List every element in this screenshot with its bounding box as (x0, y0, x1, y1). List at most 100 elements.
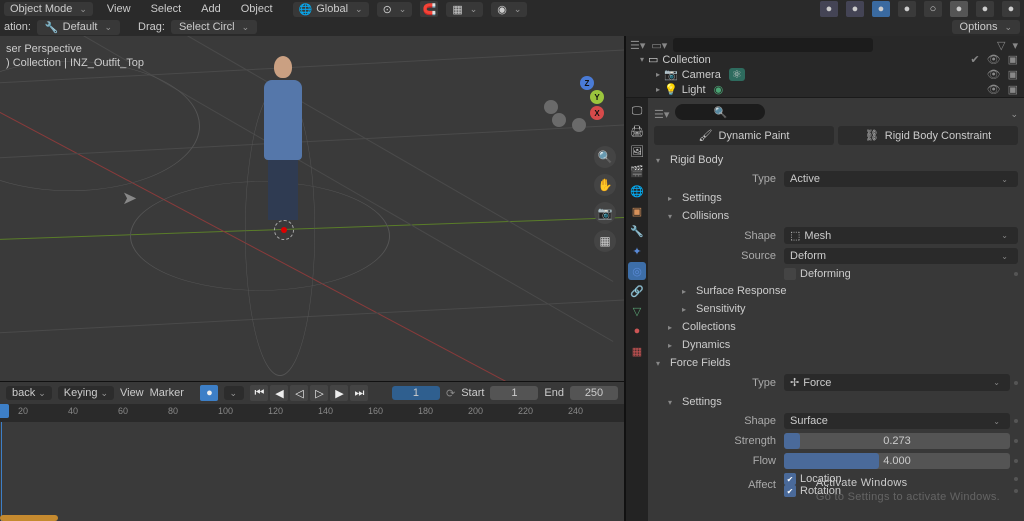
orientation-dropdown[interactable]: 🌐 Global (293, 2, 369, 17)
animate-dot[interactable] (1014, 272, 1018, 276)
menu-view[interactable]: View (101, 2, 137, 16)
drag-mode[interactable]: Select Circl (171, 20, 257, 34)
gizmo-neg-axis[interactable] (552, 113, 566, 127)
ff-settings-header[interactable]: ▾Settings (654, 393, 1018, 411)
outliner-camera[interactable]: ▸ 📷 Camera ⚛ 👁 ▣ (630, 67, 1020, 82)
menu-object[interactable]: Object (235, 2, 279, 16)
tab-modifiers[interactable]: 🔧 (628, 222, 646, 240)
rigid-body-type-field[interactable]: Active⌄ (784, 171, 1018, 187)
rigid-body-header[interactable]: ▾Rigid Body (654, 151, 1018, 169)
scrollbar-range[interactable] (0, 515, 58, 521)
gizmo-x-axis[interactable]: X (590, 106, 604, 120)
deforming-checkbox[interactable] (784, 268, 796, 280)
animate-dot[interactable] (1014, 477, 1018, 481)
playback-menu[interactable]: back (6, 386, 52, 400)
animate-dot[interactable] (1014, 459, 1018, 463)
playhead[interactable] (1, 422, 2, 521)
collision-source-field[interactable]: Deform⌄ (784, 248, 1018, 264)
tab-viewlayer[interactable]: 🖼 (628, 142, 646, 160)
refresh-icon[interactable]: ⟳ (446, 387, 455, 400)
pan-icon[interactable]: ✋ (594, 174, 616, 196)
animate-dot[interactable] (1014, 419, 1018, 423)
shading-matprev[interactable]: ● (976, 1, 994, 17)
play-reverse-icon[interactable]: ◁ (290, 385, 308, 401)
tab-world[interactable]: 🌐 (628, 182, 646, 200)
visibility-toggle[interactable]: ● (820, 1, 838, 17)
rigid-body-constraint-tab[interactable]: ⛓Rigid Body Constraint (838, 126, 1018, 145)
xray-toggle[interactable]: ● (898, 1, 916, 17)
shading-solid[interactable]: ● (950, 1, 968, 17)
strength-field[interactable]: 0.273 (784, 433, 1010, 449)
tab-constraints[interactable]: 🔗 (628, 282, 646, 300)
snap-toggle[interactable]: 🧲 (420, 1, 438, 17)
tab-data[interactable]: ▽ (628, 302, 646, 320)
timeline-ruler[interactable]: 20 40 60 80 100 120 140 160 180 200 220 … (0, 404, 624, 422)
settings-header[interactable]: ▸Settings (654, 189, 1018, 207)
outliner-display-icon[interactable]: ▭▾ (651, 39, 667, 52)
keying-menu[interactable]: Keying (58, 386, 114, 400)
ff-type-field[interactable]: ✢Force⌄ (784, 374, 1010, 391)
shading-wireframe[interactable]: ○ (924, 1, 942, 17)
pivot-dropdown[interactable]: ⊙ (377, 2, 413, 17)
force-fields-header[interactable]: ▾Force Fields (654, 354, 1018, 372)
options-icon[interactable] (1007, 108, 1018, 120)
sensitivity-header[interactable]: ▸Sensitivity (654, 300, 1018, 318)
timeline-view-menu[interactable]: View (120, 387, 144, 399)
jump-end-icon[interactable]: ⏭ (350, 385, 368, 401)
nav-gizmo[interactable]: Z Y X (542, 76, 602, 136)
timeline-body[interactable] (0, 422, 624, 521)
shading-rendered[interactable]: ● (1002, 1, 1020, 17)
ff-shape-field[interactable]: Surface⌄ (784, 413, 1010, 429)
keying-set-dropdown[interactable] (224, 386, 244, 400)
snap-dropdown[interactable]: ▦ (446, 2, 483, 17)
surface-response-header[interactable]: ▸Surface Response (654, 282, 1018, 300)
gizmo-neg-axis[interactable] (544, 100, 558, 114)
tab-texture[interactable]: ▦ (628, 342, 646, 360)
collisions-header[interactable]: ▾Collisions (654, 207, 1018, 225)
dynamics-header[interactable]: ▸Dynamics (654, 336, 1018, 354)
affect-rotation-checkbox[interactable]: ✔ (784, 485, 796, 497)
3d-viewport[interactable]: ➤ ser Perspective ) Collection | INZ_Out… (0, 36, 624, 381)
menu-select[interactable]: Select (145, 2, 188, 16)
orientation-preset[interactable]: 🔧 Default (37, 20, 120, 35)
animate-dot[interactable] (1014, 439, 1018, 443)
current-frame-field[interactable]: 1 (392, 386, 440, 400)
overlay-toggle[interactable]: ● (872, 1, 890, 17)
gizmo-y-axis[interactable]: Y (590, 90, 604, 104)
filter-icon[interactable]: ▽ ▾ (997, 39, 1020, 52)
affect-location-checkbox[interactable]: ✔ (784, 473, 796, 485)
prev-keyframe-icon[interactable]: ◀ (270, 385, 288, 401)
zoom-icon[interactable]: 🔍 (594, 146, 616, 168)
tab-physics[interactable]: ◎ (628, 262, 646, 280)
tab-scene[interactable]: 🎬 (628, 162, 646, 180)
collision-shape-field[interactable]: ⬚Mesh⌄ (784, 227, 1018, 244)
next-keyframe-icon[interactable]: ▶ (330, 385, 348, 401)
mode-dropdown[interactable]: Object Mode (4, 2, 93, 16)
auto-key-toggle[interactable]: ● (200, 385, 218, 401)
jump-start-icon[interactable]: ⏮ (250, 385, 268, 401)
character-mesh[interactable] (258, 56, 308, 226)
play-icon[interactable]: ▷ (310, 385, 328, 401)
visibility-icons[interactable]: ✔ 👁 ▣ (970, 53, 1020, 66)
outliner-collection[interactable]: ▾ ▭ Collection ✔ 👁 ▣ (630, 52, 1020, 67)
end-frame-field[interactable]: 250 (570, 386, 618, 400)
visibility-icons[interactable]: 👁 ▣ (987, 83, 1020, 96)
outliner-light[interactable]: ▸ 💡 Light ◉ 👁 ▣ (630, 82, 1020, 97)
animate-dot[interactable] (1014, 489, 1018, 493)
tab-particles[interactable]: ✦ (628, 242, 646, 260)
tab-output[interactable]: 🖨 (628, 122, 646, 140)
timeline-marker-menu[interactable]: Marker (150, 387, 184, 399)
start-frame-field[interactable]: 1 (490, 386, 538, 400)
flow-field[interactable]: 4.000 (784, 453, 1010, 469)
dynamic-paint-tab[interactable]: 🖌Dynamic Paint (654, 126, 834, 145)
options-dropdown[interactable]: Options (952, 20, 1020, 34)
proportional-dropdown[interactable]: ◉ (491, 2, 527, 17)
perspective-toggle-icon[interactable]: ▦ (594, 230, 616, 252)
properties-search[interactable]: 🔍 (675, 104, 765, 120)
outliner-editor-icon[interactable]: ☰▾ (630, 39, 645, 52)
editor-type-icon[interactable]: ☰▾ (654, 108, 669, 121)
tab-object[interactable]: ▣ (628, 202, 646, 220)
tab-render[interactable]: 🖵 (628, 102, 646, 120)
animate-dot[interactable] (1014, 381, 1018, 385)
visibility-icons[interactable]: 👁 ▣ (987, 68, 1020, 81)
